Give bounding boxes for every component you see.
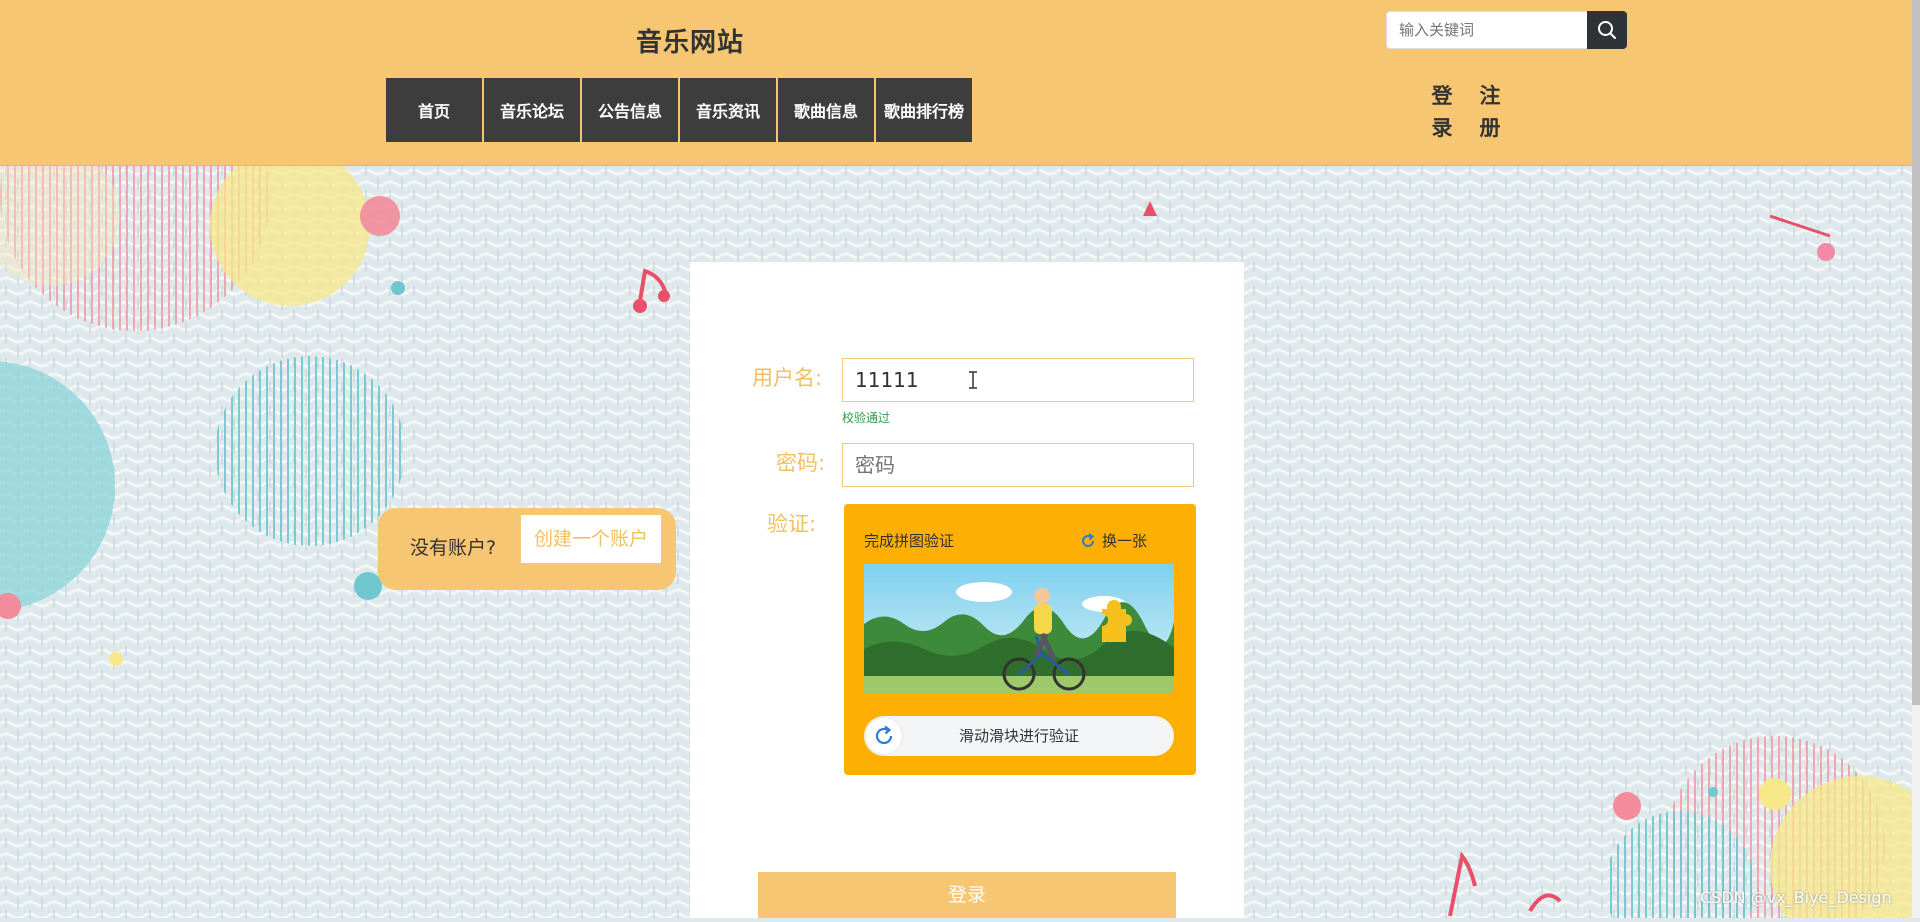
search-button[interactable] (1587, 11, 1627, 49)
username-label: 用户名: (752, 366, 823, 390)
signup-prompt: 没有账户? 创建一个账户 (378, 508, 676, 590)
login-link-char-2: 录 (1431, 116, 1453, 140)
watermark: CSDN @vx_Biye_Design (1700, 888, 1892, 907)
text-cursor-icon (969, 371, 977, 389)
nav-music-forum[interactable]: 音乐论坛 (484, 78, 580, 142)
site-title[interactable]: 音乐网站 (636, 22, 744, 59)
login-link-char-1: 登 (1431, 84, 1453, 108)
top-header: 音乐网站 首页 音乐论坛 公告信息 音乐资讯 歌曲信息 歌曲排行榜 登 录 注 … (0, 0, 1920, 166)
captcha-panel: 完成拼图验证 换一张 滑动滑块进行验证 (844, 504, 1196, 775)
username-field[interactable] (842, 358, 1194, 402)
captcha-label: 验证: (767, 512, 817, 536)
captcha-slider-text: 滑动滑块进行验证 (958, 727, 1079, 745)
captcha-refresh-label: 换一张 (1102, 532, 1148, 550)
captcha-slider-handle[interactable] (866, 718, 902, 754)
captcha-puzzle-image (864, 564, 1174, 694)
main-nav: 首页 音乐论坛 公告信息 音乐资讯 歌曲信息 歌曲排行榜 (386, 78, 974, 142)
login-link[interactable]: 登 录 (1430, 80, 1454, 144)
nav-song-ranking[interactable]: 歌曲排行榜 (876, 78, 972, 142)
password-label: 密码: (776, 451, 826, 475)
register-link[interactable]: 注 册 (1478, 80, 1502, 144)
refresh-icon (1082, 532, 1095, 547)
password-field[interactable] (842, 443, 1194, 487)
nav-music-news[interactable]: 音乐资讯 (680, 78, 776, 142)
create-account-button[interactable]: 创建一个账户 (521, 515, 661, 563)
nav-announcements[interactable]: 公告信息 (582, 78, 678, 142)
nav-home[interactable]: 首页 (386, 78, 482, 142)
register-link-char-1: 注 (1479, 84, 1501, 108)
search-icon (1598, 21, 1616, 39)
refresh-icon (875, 725, 893, 745)
captcha-refresh-button[interactable]: 换一张 (1080, 530, 1147, 551)
signup-prompt-text: 没有账户? (410, 537, 497, 559)
captcha-title: 完成拼图验证 (864, 532, 955, 550)
username-valid-hint: 校验通过 (842, 411, 891, 425)
scrollbar-thumb[interactable] (1912, 0, 1920, 705)
login-button[interactable]: 登录 (758, 872, 1176, 918)
captcha-slider-track[interactable]: 滑动滑块进行验证 (864, 716, 1174, 756)
nav-song-info[interactable]: 歌曲信息 (778, 78, 874, 142)
register-link-char-2: 册 (1479, 116, 1501, 140)
